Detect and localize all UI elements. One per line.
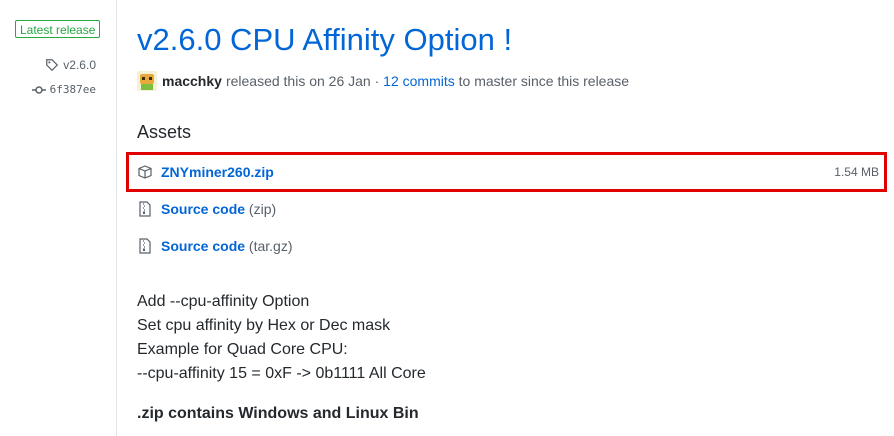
commits-suffix: to master since this release: [458, 73, 630, 89]
release-tag[interactable]: v2.6.0: [45, 58, 96, 72]
source-zip-link[interactable]: Source code (zip): [161, 201, 276, 217]
note-line: Example for Quad Core CPU:: [137, 341, 348, 358]
released-text: released this on 26 Jan: [225, 73, 371, 89]
asset-row-source-targz[interactable]: Source code (tar.gz): [137, 238, 293, 254]
source-zip-ext: (zip): [248, 201, 277, 217]
asset-zip-link[interactable]: ZNYminer260.zip: [161, 164, 274, 180]
commits-suffix-wrap: to master since this release: [455, 73, 629, 89]
note-line: --cpu-affinity 15 = 0xF -> 0b1111 All Co…: [137, 365, 426, 382]
file-zip-icon: [137, 201, 161, 217]
note-line: Add --cpu-affinity Option: [137, 293, 310, 310]
source-targz-link[interactable]: Source code (tar.gz): [161, 238, 293, 254]
source-targz-ext: (tar.gz): [248, 238, 293, 254]
avatar[interactable]: [137, 71, 157, 91]
release-meta: macchky released this on 26 Jan · 12 com…: [137, 70, 629, 92]
release-notes: Add --cpu-affinity Option Set cpu affini…: [137, 290, 426, 426]
asset-row-source-zip[interactable]: Source code (zip): [137, 201, 276, 217]
asset-row-zip[interactable]: ZNYminer260.zip 1.54 MB: [137, 164, 879, 180]
commits-link[interactable]: 12 commits: [383, 73, 455, 89]
latest-release-badge: Latest release: [15, 20, 101, 38]
release-title[interactable]: v2.6.0 CPU Affinity Option !: [137, 22, 512, 58]
author-link[interactable]: macchky: [162, 73, 222, 89]
release-commit[interactable]: 6f387ee: [31, 83, 96, 96]
package-icon: [137, 164, 161, 180]
tag-label: v2.6.0: [63, 58, 96, 72]
release-sidebar: Latest release v2.6.0 6f387ee: [0, 0, 117, 436]
tag-icon: [45, 58, 59, 72]
note-bold-line: .zip contains Windows and Linux Bin: [137, 405, 419, 422]
asset-size: 1.54 MB: [834, 165, 879, 179]
meta-separator: ·: [374, 73, 380, 89]
assets-heading: Assets: [137, 122, 192, 142]
note-line: Set cpu affinity by Hex or Dec mask: [137, 317, 391, 334]
file-zip-icon: [137, 238, 161, 254]
commit-sha: 6f387ee: [49, 83, 96, 96]
commit-icon: [31, 85, 46, 95]
